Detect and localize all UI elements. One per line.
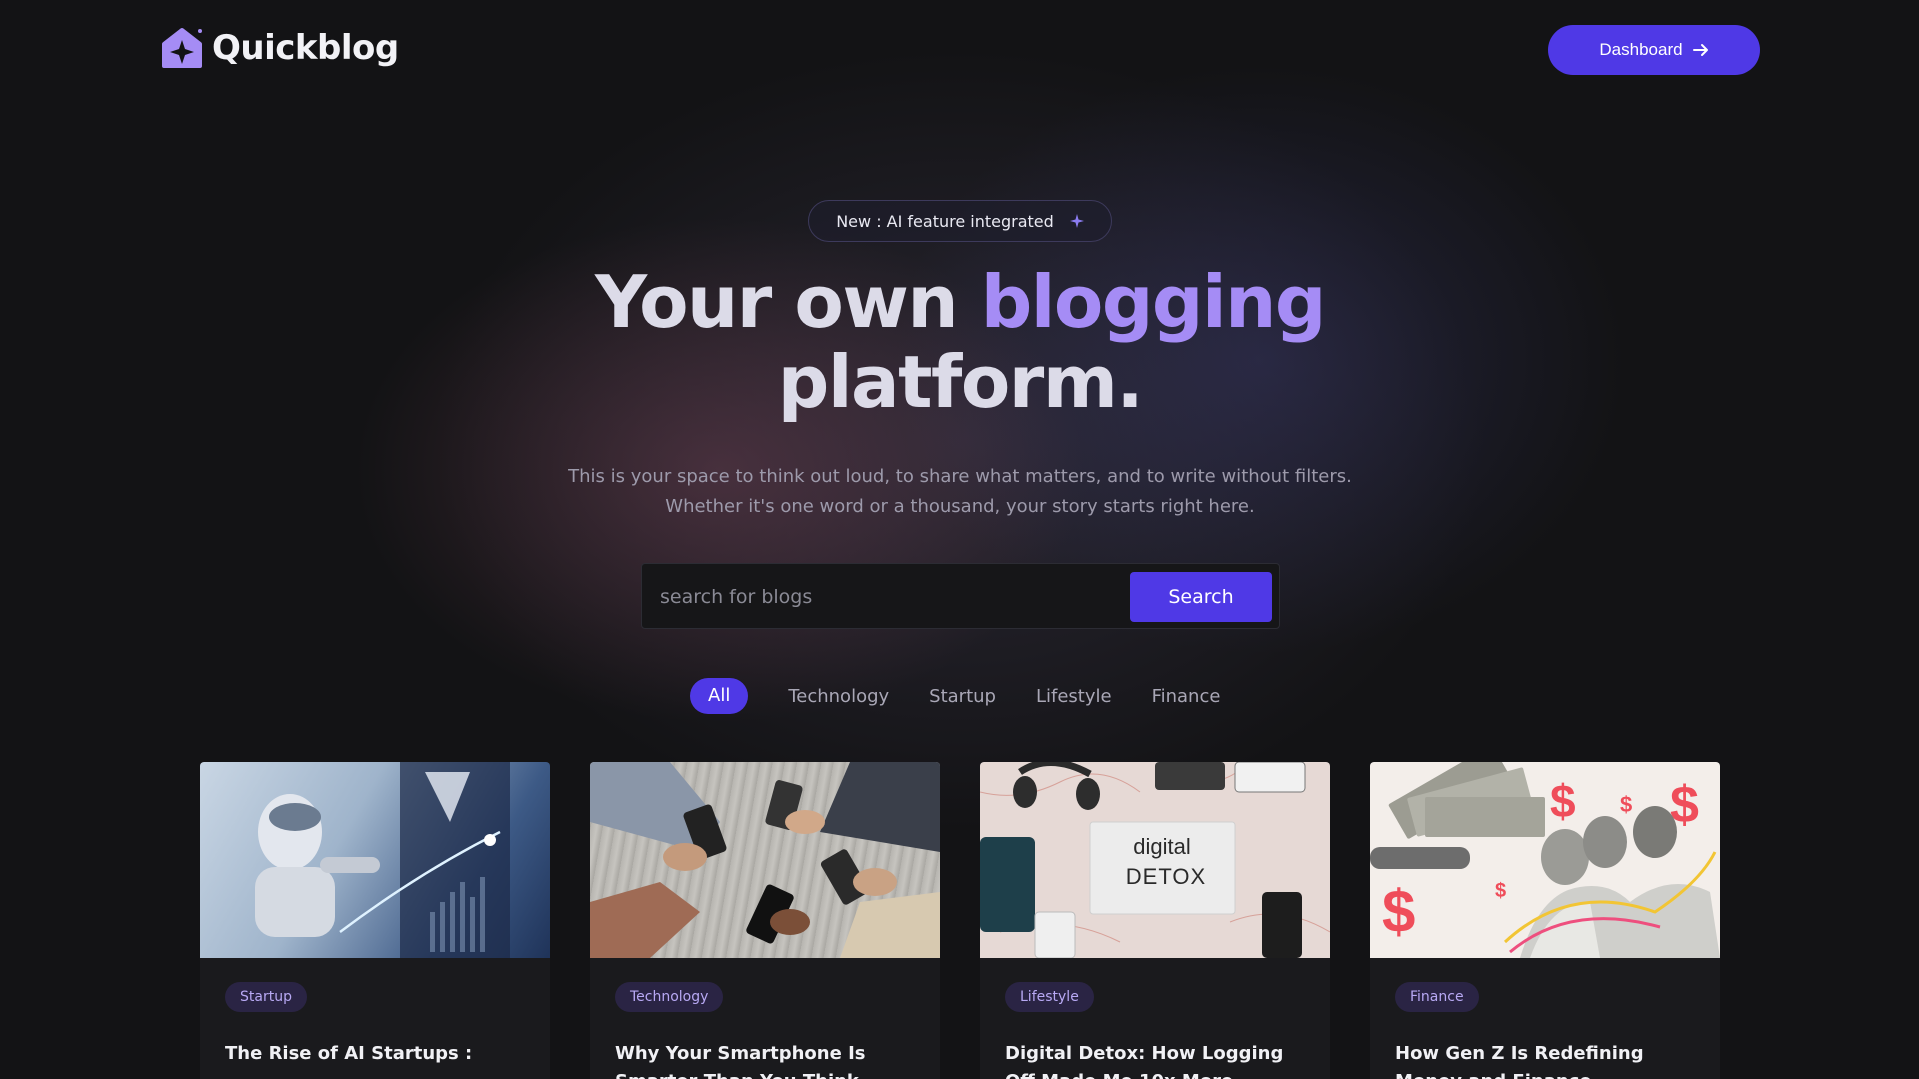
blog-card-title: How Gen Z Is Redefining Money and Financ… <box>1395 1043 1644 1079</box>
category-filters: All Technology Startup Lifestyle Finance <box>690 678 1240 714</box>
dashboard-button-label: Dashboard <box>1599 40 1683 59</box>
detox-image-text-1: digital <box>1133 834 1190 859</box>
blog-card-image: digital DETOX <box>980 762 1330 958</box>
logo[interactable]: Quickblog <box>160 26 399 70</box>
new-feature-badge: New : AI feature integrated <box>808 200 1112 242</box>
blog-card-tag: Lifestyle <box>1005 982 1094 1012</box>
sparkle-icon <box>1069 214 1084 228</box>
blog-card[interactable]: digital DETOX Lifestyle Digital Detox: H… <box>980 762 1330 1079</box>
filter-finance[interactable]: Finance <box>1132 686 1241 707</box>
search-input[interactable] <box>660 578 1120 616</box>
filter-startup[interactable]: Startup <box>909 686 1016 707</box>
svg-text:$: $ <box>1620 792 1632 817</box>
page: Quickblog Dashboard New : AI feature int… <box>0 0 1919 1079</box>
blog-card-image: $ $ $ $ $ <box>1370 762 1720 958</box>
blog-card[interactable]: Technology Why Your Smartphone Is Smarte… <box>590 762 940 1079</box>
blog-card-tag: Technology <box>615 982 724 1012</box>
hero-subtitle: This is your space to think out loud, to… <box>568 466 1352 517</box>
arrow-right-icon <box>1692 44 1708 56</box>
detox-image-text-2: DETOX <box>1126 864 1206 889</box>
hero-title-part2: platform. <box>777 340 1144 424</box>
svg-text:$: $ <box>1495 880 1506 902</box>
blog-card-tag: Startup <box>225 982 307 1012</box>
hero-title-accent: blogging <box>980 260 1327 344</box>
search-button[interactable]: Search <box>1130 572 1272 622</box>
blog-card-image <box>590 762 940 958</box>
blog-card[interactable]: $ $ $ $ $ Finance How Gen Z Is Redefinin… <box>1370 762 1720 1079</box>
filter-technology[interactable]: Technology <box>768 686 909 707</box>
svg-text:$: $ <box>1382 878 1415 945</box>
badge-label: New : AI feature integrated <box>836 211 1054 231</box>
blog-card-title: Why Your Smartphone Is Smarter Than You … <box>615 1043 866 1079</box>
logo-text: Quickblog <box>212 28 399 68</box>
dashboard-button[interactable]: Dashboard <box>1548 25 1760 75</box>
hero-title: Your own blogging platform. <box>460 262 1460 422</box>
blog-card-title: The Rise of AI Startups : <box>225 1043 473 1064</box>
blog-card-image <box>200 762 550 958</box>
filter-all[interactable]: All <box>690 678 749 714</box>
search-bar: Search <box>641 563 1280 629</box>
logo-mark-icon <box>160 26 204 70</box>
blog-card[interactable]: Startup The Rise of AI Startups : <box>200 762 550 1079</box>
blog-card-title: Digital Detox: How Logging Off Made Me 1… <box>1005 1043 1284 1079</box>
filter-lifestyle[interactable]: Lifestyle <box>1016 686 1132 707</box>
hero-title-part1: Your own <box>595 260 981 344</box>
svg-text:$: $ <box>1550 775 1576 827</box>
blog-card-tag: Finance <box>1395 982 1479 1012</box>
